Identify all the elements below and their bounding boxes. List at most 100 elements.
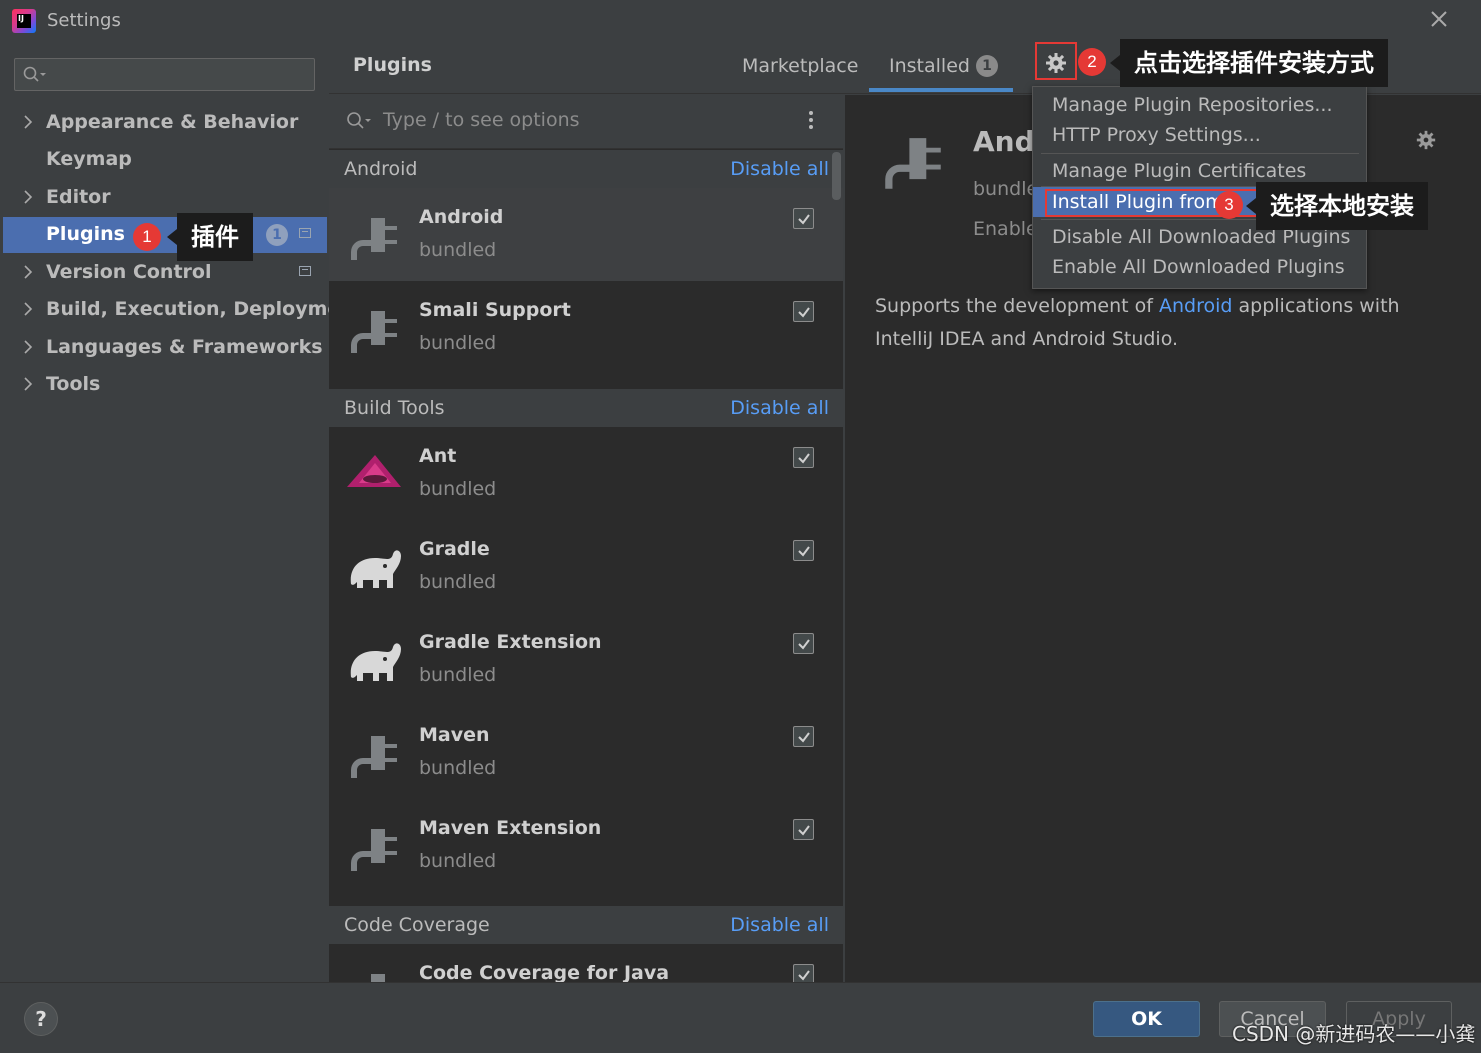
plugin-enabled-checkbox[interactable] <box>793 540 814 561</box>
active-tab-indicator <box>869 88 1013 92</box>
step-badge-1: 1 <box>133 223 161 251</box>
plugin-row-gradle-extension[interactable]: Gradle Extension bundled <box>329 613 843 706</box>
sidebar-item-editor[interactable]: Editor <box>3 180 327 216</box>
plugin-list-panel: Type / to see options Android Disable al… <box>329 95 843 982</box>
plugin-row-ant[interactable]: Ant bundled <box>329 427 843 520</box>
settings-search-input[interactable] <box>14 58 315 91</box>
ok-button[interactable]: OK <box>1093 1001 1200 1037</box>
group-name: Build Tools <box>344 397 445 419</box>
search-placeholder: Type / to see options <box>383 109 580 131</box>
sidebar-item-version-control[interactable]: Version Control <box>3 255 327 291</box>
page-title: Plugins <box>353 54 432 76</box>
elephant-icon <box>350 550 401 588</box>
checkmark-icon <box>798 732 810 743</box>
checkmark-icon <box>798 825 810 836</box>
intellij-logo-icon: IJ <box>12 9 36 33</box>
plugin-name: Smali Support <box>419 299 571 321</box>
disable-all-link[interactable]: Disable all <box>730 914 829 936</box>
list-scrollbar[interactable] <box>832 152 841 200</box>
menu-item-label: Manage Plugin Repositories... <box>1052 94 1333 116</box>
plugin-row-android[interactable]: Android bundled <box>329 188 843 281</box>
plugin-status: bundled <box>419 332 497 354</box>
plugin-status: bundled <box>419 757 497 779</box>
plugin-status: bundled <box>419 664 497 686</box>
sidebar-item-keymap[interactable]: Keymap <box>3 142 327 178</box>
plugin-enabled-checkbox[interactable] <box>793 301 814 322</box>
callout-local-install: 选择本地安装 <box>1246 182 1428 230</box>
sidebar-item-label: Build, Execution, Deployment <box>46 298 363 320</box>
group-name: Android <box>344 158 418 180</box>
sidebar-item-plugins[interactable]: Plugins 1 <box>3 217 327 253</box>
sidebar-item-build-execution-deployment[interactable]: Build, Execution, Deployment <box>3 292 363 328</box>
plugin-settings-gear-button[interactable] <box>1035 42 1077 80</box>
plugin-enabled-checkbox[interactable] <box>793 726 814 747</box>
plugin-enabled-checkbox[interactable] <box>793 208 814 229</box>
plug-icon <box>351 829 397 871</box>
step-badge-3: 3 <box>1215 191 1243 219</box>
tab-installed[interactable]: Installed 1 <box>889 55 998 77</box>
chevron-right-icon <box>24 190 33 204</box>
sidebar-item-label: Languages & Frameworks <box>46 336 323 358</box>
disable-all-link[interactable]: Disable all <box>730 158 829 180</box>
sidebar-item-languages-frameworks[interactable]: Languages & Frameworks <box>3 330 327 366</box>
plugin-row-smali-support[interactable]: Smali Support bundled <box>329 281 843 374</box>
title-bar: IJ Settings <box>0 0 1481 42</box>
plugin-search-input[interactable]: Type / to see options <box>329 95 843 149</box>
menu-item-enable-downloaded[interactable]: Enable All Downloaded Plugins <box>1033 252 1366 282</box>
sidebar-item-label: Editor <box>46 186 111 208</box>
disable-all-link[interactable]: Disable all <box>730 397 829 419</box>
detail-enable-button[interactable]: Enable <box>973 218 1038 240</box>
callout-choose-install-method: 点击选择插件安装方式 <box>1110 39 1388 87</box>
plugin-status: bundled <box>419 571 497 593</box>
plugin-name: Code Coverage for Java <box>419 962 670 982</box>
elephant-icon <box>350 643 401 681</box>
plugins-update-badge: 1 <box>266 224 288 246</box>
plugin-enabled-checkbox[interactable] <box>793 819 814 840</box>
plugin-enabled-checkbox[interactable] <box>793 633 814 654</box>
plugin-name: Ant <box>419 445 457 467</box>
plugin-name: Maven Extension <box>419 817 602 839</box>
menu-item-http-proxy[interactable]: HTTP Proxy Settings... <box>1033 120 1366 150</box>
checkmark-icon <box>798 214 810 225</box>
search-icon <box>347 112 371 129</box>
plug-icon <box>351 736 397 778</box>
plugin-row-maven-extension[interactable]: Maven Extension bundled <box>329 799 843 892</box>
android-link[interactable]: Android <box>1159 295 1232 317</box>
plugin-row-maven[interactable]: Maven bundled <box>329 706 843 799</box>
tab-marketplace[interactable]: Marketplace <box>742 55 858 77</box>
plugin-row-gradle[interactable]: Gradle bundled <box>329 520 843 613</box>
ant-icon <box>347 455 401 487</box>
description-text: Supports the development of <box>875 295 1159 317</box>
gear-icon <box>1046 53 1066 73</box>
group-header-build-tools: Build Tools Disable all <box>329 389 843 427</box>
tab-label: Marketplace <box>742 55 859 77</box>
sidebar-item-label: Tools <box>46 373 101 395</box>
checkmark-icon <box>798 453 810 464</box>
checkmark-icon <box>798 970 810 981</box>
plugin-enabled-checkbox[interactable] <box>793 964 814 982</box>
plugin-row-code-coverage-java[interactable]: Code Coverage for Java <box>329 944 843 982</box>
chevron-right-icon <box>24 340 33 354</box>
watermark: CSDN @新进码农——小龚 <box>1232 1022 1476 1046</box>
more-options-icon[interactable] <box>809 111 815 133</box>
group-header-code-coverage: Code Coverage Disable all <box>329 906 843 944</box>
help-button[interactable]: ? <box>24 1002 58 1036</box>
menu-item-manage-repositories[interactable]: Manage Plugin Repositories... <box>1033 90 1366 120</box>
plug-icon <box>371 974 397 982</box>
close-icon[interactable] <box>1428 8 1450 30</box>
checkmark-icon <box>798 639 810 650</box>
sidebar-item-label: Appearance & Behavior <box>46 111 299 133</box>
detail-plugin-status: bundle <box>973 178 1039 200</box>
plugin-name: Maven <box>419 724 490 746</box>
step-badge-2: 2 <box>1078 48 1106 76</box>
menu-item-label: HTTP Proxy Settings... <box>1052 124 1261 146</box>
sidebar-item-appearance-behavior[interactable]: Appearance & Behavior <box>3 105 327 141</box>
plugin-enabled-checkbox[interactable] <box>793 447 814 468</box>
menu-item-label: Enable All Downloaded Plugins <box>1052 256 1345 278</box>
group-name: Code Coverage <box>344 914 490 936</box>
sidebar-item-tools[interactable]: Tools <box>3 367 327 403</box>
plug-icon <box>351 311 397 353</box>
gear-icon[interactable] <box>1415 129 1437 151</box>
group-header-android: Android Disable all <box>329 150 843 188</box>
callout-plugins: 插件 <box>167 213 253 261</box>
